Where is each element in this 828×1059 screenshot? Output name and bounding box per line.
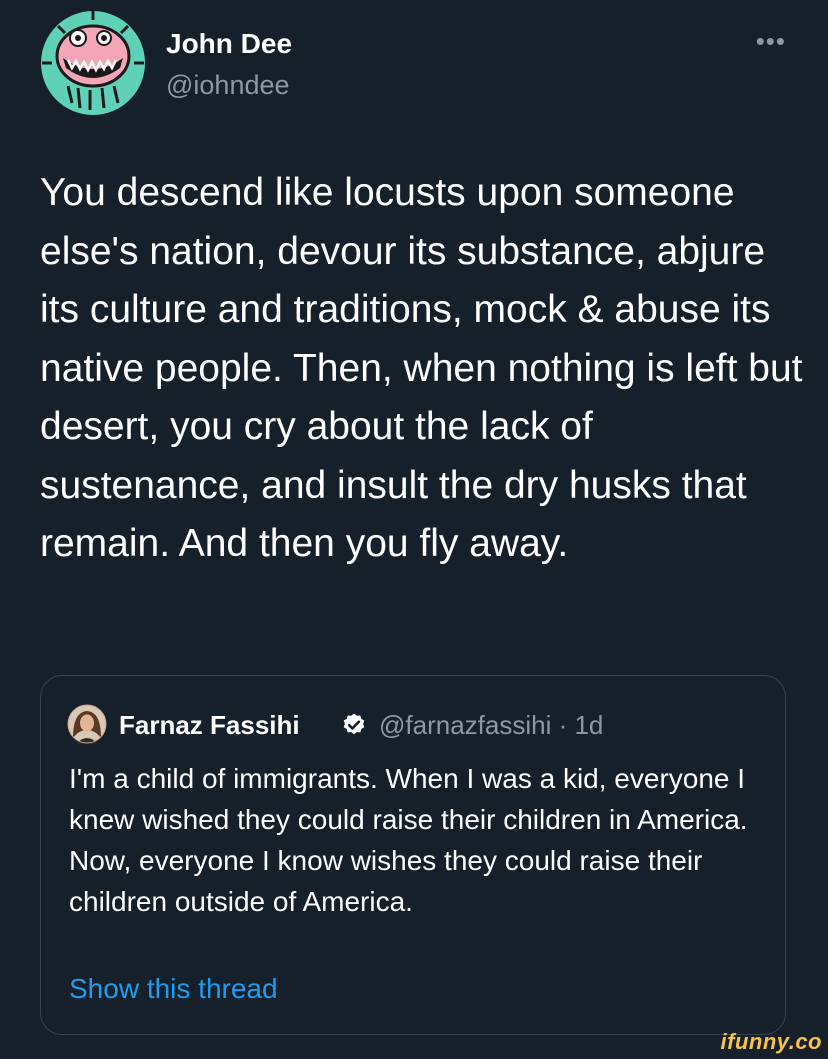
portrait-avatar-icon bbox=[67, 704, 107, 744]
show-thread-link[interactable]: Show this thread bbox=[69, 973, 278, 1005]
quoted-author-name[interactable]: Farnaz Fassihi bbox=[119, 710, 300, 741]
ellipsis-icon[interactable]: ••• bbox=[756, 26, 786, 57]
ifunny-watermark: ifunny.co bbox=[720, 1029, 822, 1054]
quoted-tweet-header: Farnaz Fassihi @farnazfassihi · 1d bbox=[67, 704, 767, 744]
tweet-text: You descend like locusts upon someone el… bbox=[40, 171, 803, 565]
author-name[interactable]: John Dee bbox=[166, 28, 292, 60]
author-avatar[interactable] bbox=[38, 8, 148, 118]
tweet-header: John Dee @iohndee ••• bbox=[38, 8, 808, 120]
quoted-author-handle-time: @farnazfassihi · 1d bbox=[379, 710, 604, 740]
quoted-author-avatar[interactable] bbox=[67, 704, 107, 744]
quoted-tweet-card[interactable]: Farnaz Fassihi @farnazfassihi · 1d I'm a… bbox=[40, 675, 786, 1035]
author-handle[interactable]: @iohndee bbox=[166, 70, 290, 101]
quoted-tweet-text: I'm a child of immigrants. When I was a … bbox=[69, 763, 748, 917]
monster-avatar-icon bbox=[41, 10, 145, 115]
verified-badge-icon bbox=[341, 712, 367, 738]
